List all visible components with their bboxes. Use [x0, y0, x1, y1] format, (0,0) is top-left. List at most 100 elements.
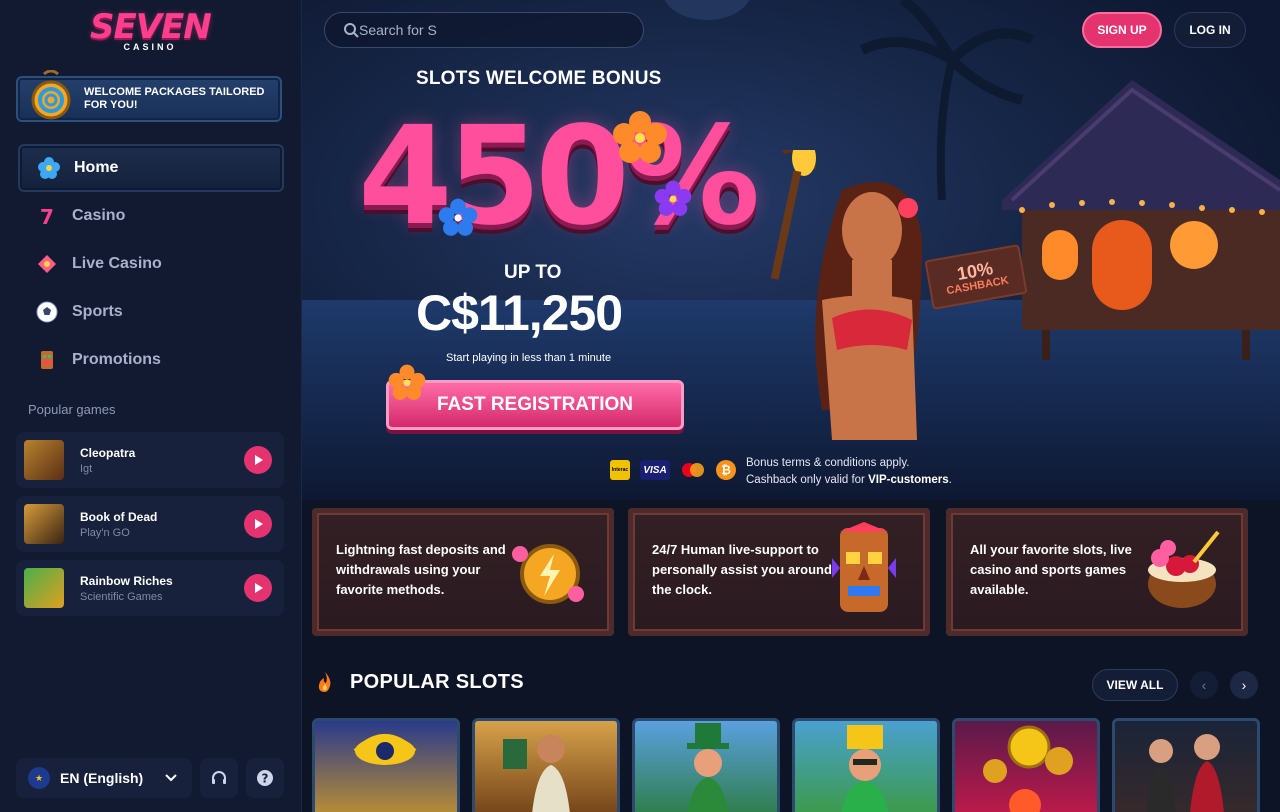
slot-card[interactable] [632, 718, 780, 812]
play-button[interactable] [244, 574, 272, 602]
play-button[interactable] [244, 510, 272, 538]
feature-text: Lightning fast deposits and withdrawals … [336, 542, 506, 597]
main-nav: Home 7 Casino Live Casino Sports Promoti… [18, 144, 284, 384]
slot-card[interactable] [952, 718, 1100, 812]
nav-label: Sports [72, 303, 123, 320]
vampire-ladies-icon [1146, 734, 1224, 812]
purple-flower-decoration [654, 180, 692, 216]
nav-label: Live Casino [72, 255, 162, 272]
support-button[interactable] [200, 758, 238, 798]
popular-slots-title: POPULAR SLOTS [350, 670, 524, 693]
slot-card[interactable] [472, 718, 620, 812]
moon-decoration [662, 0, 752, 20]
search-input[interactable]: Search for S [324, 12, 644, 48]
play-button[interactable] [244, 446, 272, 474]
nav-item-casino[interactable]: 7 Casino [18, 192, 284, 240]
play-icon [255, 519, 263, 529]
app: SEVEN CASINO WELCOME PACKAGES TAILORED F… [0, 0, 1280, 812]
eye-of-horus-icon [353, 734, 417, 765]
sidebar: SEVEN CASINO WELCOME PACKAGES TAILORED F… [0, 0, 302, 812]
orange-flower-decoration [388, 364, 426, 400]
nav-item-sports[interactable]: Sports [18, 288, 284, 336]
game-thumbnail [24, 568, 64, 608]
interac-icon: Interac [610, 460, 630, 480]
play-icon [255, 583, 263, 593]
gold-coins-icon [983, 725, 1073, 812]
game-name: Book of Dead [80, 509, 158, 524]
vip-customers-text: VIP-customers [868, 474, 949, 486]
tiki-totem-icon [832, 522, 896, 612]
search-icon [344, 23, 359, 38]
game-provider: Play'n GO [80, 526, 130, 539]
game-provider: Igt [80, 462, 93, 475]
popular-slots-carousel [312, 718, 1260, 812]
terms-line-2-prefix: Cashback only valid for [746, 474, 869, 486]
log-in-button[interactable]: LOG IN [1174, 12, 1246, 48]
language-label: EN (English) [60, 770, 144, 786]
welcome-packages-banner[interactable]: WELCOME PACKAGES TAILORED FOR YOU! [16, 70, 282, 122]
feature-text: 24/7 Human live-support to personally as… [652, 542, 832, 597]
popular-games-heading: Popular games [28, 402, 116, 417]
slot-card[interactable] [312, 718, 460, 812]
game-provider: Scientific Games [80, 590, 163, 603]
popular-slots-header: POPULAR SLOTS [314, 670, 524, 694]
language-selector[interactable]: ★ EN (English) [16, 758, 192, 798]
hero-character-illustration [770, 150, 922, 440]
bonus-percent: 450% [358, 98, 760, 256]
casino-logo[interactable]: SEVEN CASINO [90, 7, 212, 52]
play-icon [255, 455, 263, 465]
tiki-mask-icon [36, 349, 58, 371]
welcome-banner-text: WELCOME PACKAGES TAILORED FOR YOU! [84, 86, 265, 111]
bitcoin-icon: ₿ [716, 460, 736, 480]
logo-wordmark: SEVEN [90, 7, 212, 47]
soccer-ball-icon [36, 301, 58, 323]
bonus-upto-label: UP TO [504, 262, 562, 283]
question-icon: ? [257, 770, 273, 786]
visa-icon: VISA [640, 460, 670, 480]
sign-up-button[interactable]: SIGN UP [1082, 12, 1162, 48]
game-thumbnail [24, 504, 64, 544]
nav-item-live-casino[interactable]: Live Casino [18, 240, 284, 288]
seven-icon: 7 [36, 205, 58, 227]
feature-card-games: All your favorite slots, live casino and… [946, 508, 1248, 636]
slot-card[interactable] [792, 718, 940, 812]
help-button[interactable]: ? [246, 758, 284, 798]
terms-line-2: Cashback only valid for VIP-customers. [746, 472, 952, 489]
popular-game-item[interactable]: Rainbow Riches Scientific Games [16, 560, 284, 616]
adventurer-character-icon [503, 735, 570, 812]
game-name: Cleopatra [80, 445, 136, 460]
sidebar-footer: ★ EN (English) ? [16, 758, 284, 798]
nav-label: Promotions [72, 351, 161, 368]
payment-methods: Interac VISA ₿ [610, 460, 736, 480]
search-placeholder: Search for S [359, 22, 437, 38]
popular-game-item[interactable]: Cleopatra Igt [16, 432, 284, 488]
flower-icon [38, 157, 60, 179]
hibiscus-decoration [613, 111, 667, 163]
fire-icon [318, 672, 331, 692]
feature-card-support: 24/7 Human live-support to personally as… [628, 508, 930, 636]
fast-registration-button[interactable]: FAST REGISTRATION [386, 380, 684, 430]
headset-icon [212, 771, 226, 784]
game-thumbnail [24, 440, 64, 480]
nav-label: Casino [72, 207, 126, 224]
nav-item-promotions[interactable]: Promotions [18, 336, 284, 384]
carousel-prev-button[interactable]: ‹ [1190, 671, 1218, 699]
feature-card-deposits: Lightning fast deposits and withdrawals … [312, 508, 614, 636]
beach-hut-illustration [1002, 80, 1280, 360]
coconut-cocktail-icon [1148, 530, 1220, 608]
popular-game-item[interactable]: Book of Dead Play'n GO [16, 496, 284, 552]
view-all-button[interactable]: VIEW ALL [1092, 669, 1178, 701]
terms-line-2-suffix: . [948, 474, 952, 486]
leprechaun-icon [687, 723, 729, 812]
svg-text:?: ? [262, 772, 269, 786]
bonus-amount: C$11,250 [416, 285, 623, 341]
nav-label: Home [74, 159, 119, 176]
terms-line-1: Bonus terms & conditions apply. [746, 457, 910, 469]
bonus-subtext: Start playing in less than 1 minute [446, 352, 612, 364]
carousel-next-button[interactable]: › [1230, 671, 1258, 699]
slot-card[interactable] [1112, 718, 1260, 812]
nav-item-home[interactable]: Home [18, 144, 284, 192]
chevron-down-icon [165, 774, 177, 782]
popular-games-list: Cleopatra Igt Book of Dead Play'n GO Rai… [16, 432, 284, 624]
game-name: Rainbow Riches [80, 573, 173, 588]
